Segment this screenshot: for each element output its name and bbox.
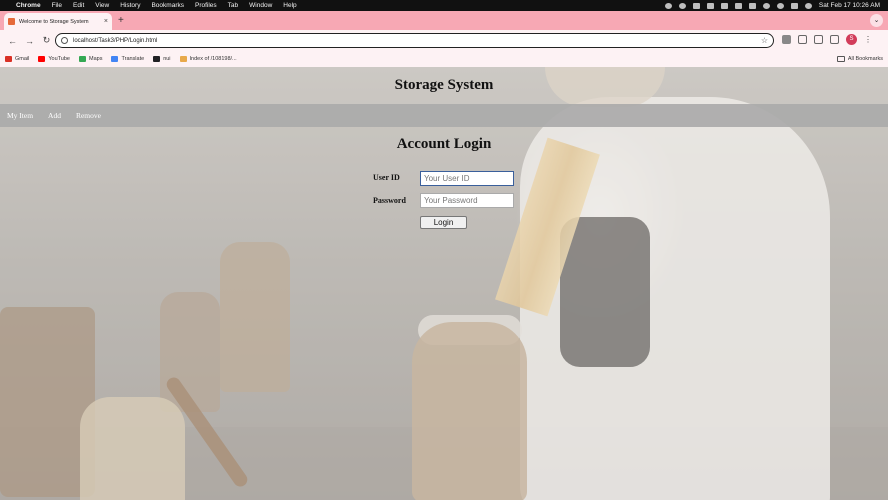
reload-icon[interactable]: ↻ (40, 35, 53, 46)
profile-avatar[interactable]: S (846, 34, 857, 45)
bookmark-label: Index of /108198/... (189, 56, 237, 62)
menu-app-name[interactable]: Chrome (16, 2, 41, 9)
siri-icon[interactable] (804, 2, 812, 9)
password-label: Password (373, 196, 406, 205)
bookmark-favicon-icon (38, 56, 46, 62)
site-info-icon[interactable] (61, 37, 68, 44)
user-id-input[interactable]: Your User ID (420, 171, 514, 186)
forward-icon[interactable]: → (23, 36, 36, 46)
bookmark-label: Maps (89, 56, 103, 62)
all-bookmarks-label: All Bookmarks (847, 56, 883, 62)
user-id-label: User ID (373, 173, 400, 182)
menu-tab[interactable]: Tab (228, 2, 238, 9)
bookmark-favicon-icon (5, 56, 12, 62)
search-icon[interactable] (776, 2, 784, 9)
url-text[interactable]: localhost/Task3/PHP/Login.html (73, 38, 761, 44)
bookmark-item[interactable]: YouTube (38, 56, 70, 62)
battery-icon[interactable] (748, 2, 756, 9)
bookmark-label: YouTube (48, 56, 70, 62)
toolbar-actions: S ⋮ (782, 34, 872, 45)
bookmark-item[interactable]: Gmail (5, 56, 29, 62)
web-page: Storage System My Item Add Remove Accoun… (0, 67, 888, 500)
browser-toolbar: ← → ↻ localhost/Task3/PHP/Login.html ☆ S… (0, 30, 888, 51)
puzzle-icon[interactable] (798, 35, 807, 44)
tab-strip: Welcome to Storage System × + ⌄ (0, 11, 888, 30)
browser-tab[interactable]: Welcome to Storage System × (4, 13, 112, 30)
bookmark-favicon-icon (111, 56, 119, 62)
menu-window[interactable]: Window (249, 2, 272, 9)
wifi-icon[interactable] (762, 2, 770, 9)
close-icon[interactable]: × (104, 18, 108, 25)
macos-menu-bar: Chrome File Edit View History Bookmarks … (0, 0, 888, 11)
folder-icon (836, 56, 845, 62)
login-button[interactable]: Login (420, 216, 467, 229)
status-icon[interactable] (706, 2, 714, 9)
status-icon[interactable] (720, 2, 728, 9)
bookmark-label: Gmail (15, 56, 30, 62)
bookmark-favicon-icon (179, 56, 187, 62)
password-input[interactable]: Your Password (420, 193, 514, 208)
menu-history[interactable]: History (120, 2, 140, 9)
extension-icon[interactable] (782, 35, 791, 44)
favicon-icon (8, 18, 15, 25)
menu-profiles[interactable]: Profiles (195, 2, 217, 9)
tab-search-button[interactable]: ⌄ (870, 14, 883, 27)
menu-help[interactable]: Help (283, 2, 296, 9)
control-center-icon[interactable] (790, 2, 798, 9)
bookmark-favicon-icon (153, 56, 161, 62)
nav-remove[interactable]: Remove (76, 111, 101, 120)
site-title: Storage System (394, 77, 494, 93)
login-heading: Account Login (396, 136, 492, 152)
background-overlay (0, 67, 888, 500)
address-bar[interactable]: localhost/Task3/PHP/Login.html ☆ (55, 33, 774, 48)
status-icon[interactable] (692, 2, 700, 9)
status-icon[interactable] (678, 2, 686, 9)
menu-edit[interactable]: Edit (73, 2, 84, 9)
bookmark-label: nui (163, 56, 171, 62)
bookmark-favicon-icon (79, 56, 86, 62)
bookmark-item[interactable]: nui (153, 56, 171, 62)
back-icon[interactable]: ← (6, 36, 19, 46)
bookmark-item[interactable]: Maps (79, 56, 102, 62)
all-bookmarks[interactable]: All Bookmarks (836, 56, 883, 62)
bookmark-item[interactable]: Index of /108198/... (179, 56, 237, 62)
bookmark-label: Translate (121, 56, 145, 62)
menu-file[interactable]: File (52, 2, 62, 9)
menu-bookmarks[interactable]: Bookmarks (151, 2, 184, 9)
site-header: Storage System (0, 67, 888, 104)
nav-add[interactable]: Add (48, 111, 61, 120)
nav-my-item[interactable]: My Item (7, 111, 33, 120)
side-panel-icon[interactable] (830, 35, 839, 44)
bookmark-star-icon[interactable]: ☆ (761, 36, 768, 45)
volume-icon[interactable] (734, 2, 742, 9)
media-icon[interactable] (814, 35, 823, 44)
new-tab-button[interactable]: + (118, 14, 124, 28)
more-menu-icon[interactable]: ⋮ (864, 35, 872, 44)
clock[interactable]: Sat Feb 17 10:26 AM (819, 2, 880, 9)
tab-title: Welcome to Storage System (19, 18, 89, 25)
bookmarks-bar: Gmail YouTube Maps Translate nui Index of /10… (0, 51, 888, 67)
menu-view[interactable]: View (95, 2, 109, 9)
status-area: Sat Feb 17 10:26 AM (664, 2, 880, 9)
status-icon[interactable] (664, 2, 672, 9)
site-nav: My Item Add Remove (0, 104, 888, 127)
bookmark-item[interactable]: Translate (111, 56, 144, 62)
